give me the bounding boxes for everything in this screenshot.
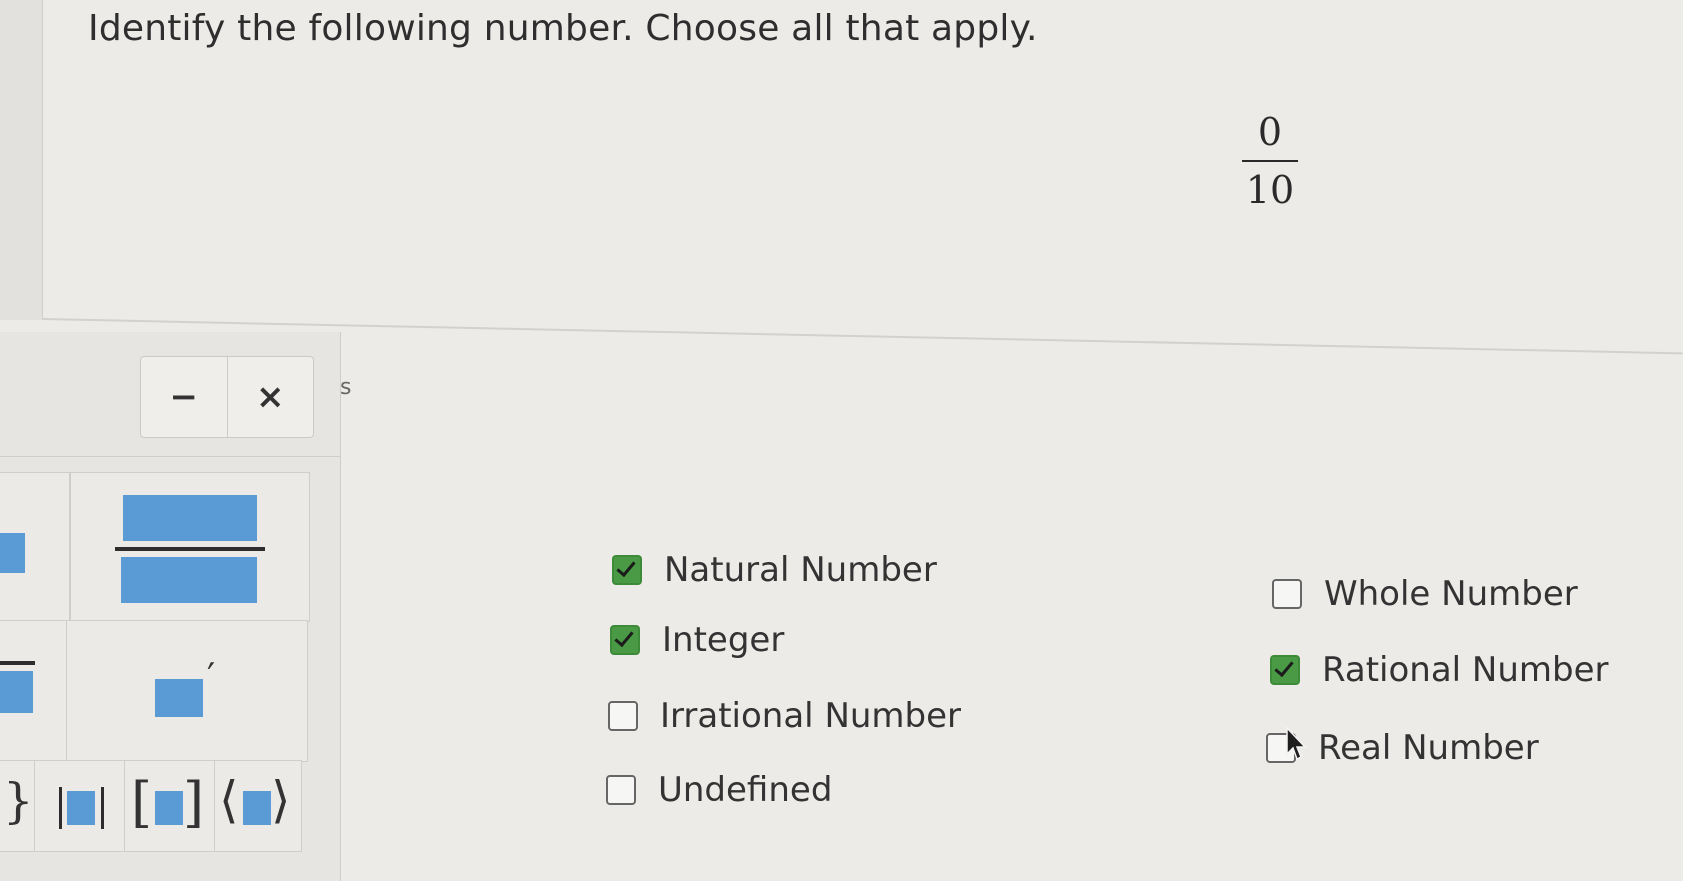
irrational-number-label: Irrational Number — [660, 696, 962, 736]
brace-symbol: } — [3, 773, 34, 829]
mouse-pointer-icon — [1286, 726, 1307, 761]
palette-close-button[interactable]: × — [226, 357, 314, 437]
partial-box-icon-2 — [0, 671, 33, 713]
palette-partial-cell-left[interactable] — [0, 472, 70, 622]
stray-character: s — [340, 375, 352, 400]
palette-partial-cell-left-2[interactable] — [0, 620, 68, 762]
natural-number-label: Natural Number — [664, 550, 937, 590]
option-undefined[interactable]: Undefined — [606, 770, 832, 810]
math-palette: − × ′ } [ ] ⟨ ⟩ — [0, 332, 341, 881]
angle-right-symbol: ⟩ — [271, 771, 291, 829]
bracket-box-icon — [155, 791, 183, 825]
fraction-expression: 0 10 — [1240, 110, 1300, 212]
option-irrational-number[interactable]: Irrational Number — [608, 696, 961, 736]
palette-bracket-button[interactable]: [ ] — [124, 760, 216, 852]
prime-symbol: ′ — [207, 657, 216, 698]
whole-number-checkbox[interactable] — [1272, 579, 1302, 609]
fraction-denominator: 10 — [1245, 168, 1295, 212]
fraction-numerator: 0 — [1257, 110, 1283, 154]
fraction-bar — [1242, 160, 1298, 162]
palette-fraction-button[interactable] — [70, 472, 310, 622]
rational-number-label: Rational Number — [1322, 650, 1609, 690]
partial-line-icon — [0, 661, 35, 665]
palette-prime-button[interactable]: ′ — [66, 620, 308, 762]
angle-left-symbol: ⟨ — [219, 771, 239, 829]
angle-box-icon — [243, 791, 271, 825]
whole-number-label: Whole Number — [1324, 574, 1578, 614]
palette-header: − × — [140, 356, 314, 438]
left-panel-edge — [0, 0, 43, 320]
option-whole-number[interactable]: Whole Number — [1272, 574, 1578, 614]
palette-angle-button[interactable]: ⟨ ⟩ — [214, 760, 302, 852]
palette-separator — [0, 456, 340, 457]
fraction-line-icon — [115, 547, 265, 551]
bracket-right-symbol: ] — [183, 771, 205, 834]
denominator-box-icon — [121, 557, 257, 603]
palette-minimize-button[interactable]: − — [141, 357, 227, 437]
abs-left-bar-icon — [59, 787, 62, 829]
real-number-label: Real Number — [1318, 728, 1539, 768]
numerator-box-icon — [123, 495, 257, 541]
palette-brace-button[interactable]: } — [0, 760, 36, 852]
integer-checkbox[interactable] — [610, 625, 640, 655]
palette-abs-button[interactable] — [34, 760, 126, 852]
integer-label: Integer — [662, 620, 785, 660]
bracket-left-symbol: [ — [131, 771, 153, 834]
undefined-checkbox[interactable] — [606, 775, 636, 805]
abs-right-bar-icon — [101, 787, 104, 829]
question-text: Identify the following number. Choose al… — [88, 8, 1038, 49]
rational-number-checkbox[interactable] — [1270, 655, 1300, 685]
option-rational-number[interactable]: Rational Number — [1270, 650, 1609, 690]
abs-box-icon — [67, 791, 95, 825]
partial-box-icon — [0, 533, 25, 573]
prime-box-icon — [155, 679, 203, 717]
option-natural-number[interactable]: Natural Number — [612, 550, 937, 590]
irrational-number-checkbox[interactable] — [608, 701, 638, 731]
option-integer[interactable]: Integer — [610, 620, 784, 660]
natural-number-checkbox[interactable] — [612, 555, 642, 585]
undefined-label: Undefined — [658, 770, 833, 810]
